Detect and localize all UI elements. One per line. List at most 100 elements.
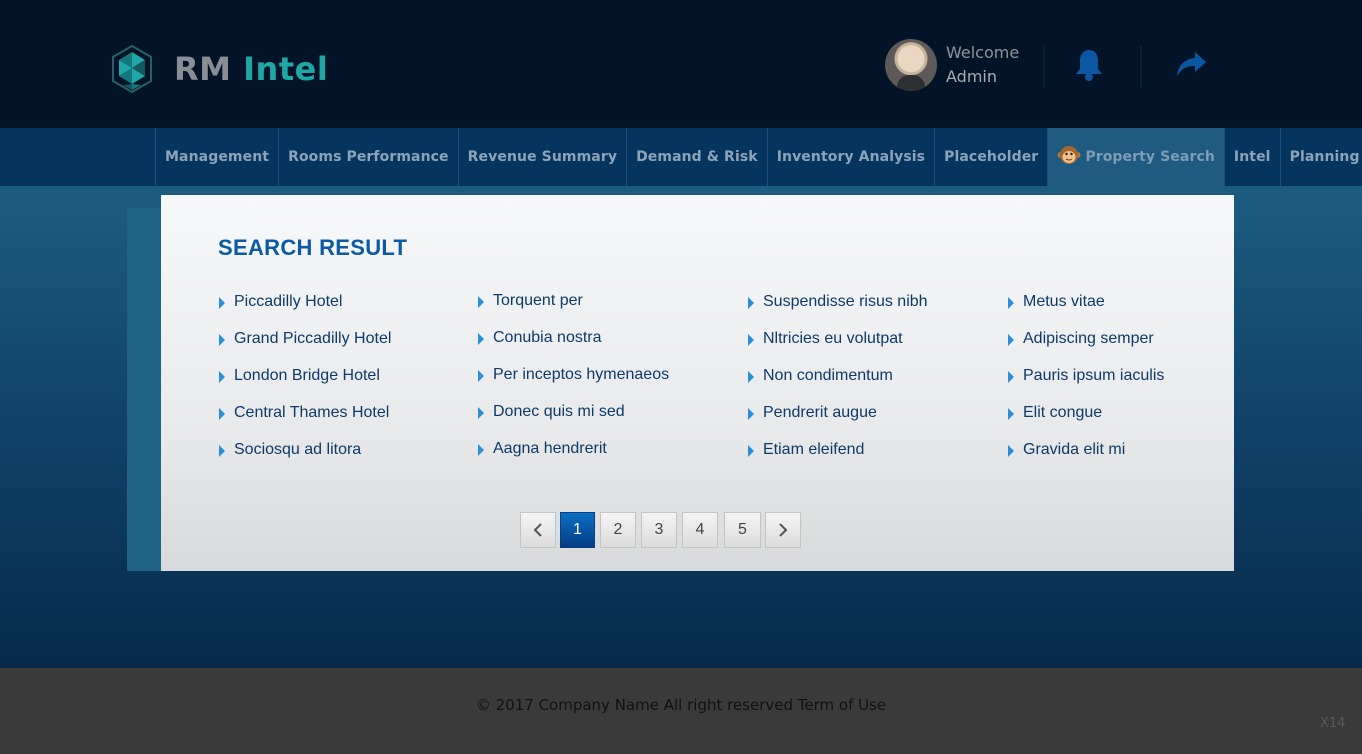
caret-right-icon xyxy=(748,408,754,420)
result-label: Donec quis mi sed xyxy=(493,403,625,420)
caret-right-icon xyxy=(1008,334,1014,346)
caret-right-icon xyxy=(748,334,754,346)
nav-item-revenue-summary[interactable]: Revenue Summary xyxy=(457,128,626,186)
caret-right-icon xyxy=(748,297,754,309)
caret-right-icon xyxy=(1008,371,1014,383)
result-label: Aagna hendrerit xyxy=(493,440,607,457)
nav-item-demand-risk[interactable]: Demand & Risk xyxy=(626,128,767,186)
nav-item-inventory-analysis[interactable]: Inventory Analysis xyxy=(766,128,934,186)
result-column: Suspendisse risus nibh Nltricies eu volu… xyxy=(748,293,998,478)
caret-right-icon xyxy=(1008,445,1014,457)
result-link[interactable]: Metus vitae xyxy=(1008,293,1258,330)
caret-right-icon xyxy=(219,334,225,346)
result-link[interactable]: Pendrerit augue xyxy=(748,404,998,441)
result-label: London Bridge Hotel xyxy=(234,367,380,384)
result-link[interactable]: Per inceptos hymenaeos xyxy=(478,366,728,403)
nav-label: Placeholder xyxy=(944,149,1039,165)
chevron-left-icon xyxy=(533,523,542,537)
page-button-2[interactable]: 2 xyxy=(600,512,636,548)
result-link[interactable]: Etiam eleifend xyxy=(748,441,998,478)
result-link[interactable]: London Bridge Hotel xyxy=(219,367,469,404)
result-label: Nltricies eu volutpat xyxy=(763,330,903,347)
result-link[interactable]: Grand Piccadilly Hotel xyxy=(219,330,469,367)
result-label: Gravida elit mi xyxy=(1023,441,1126,458)
page-number: 3 xyxy=(654,521,664,538)
result-link[interactable]: Adipiscing semper xyxy=(1008,330,1258,367)
result-label: Sociosqu ad litora xyxy=(234,441,362,458)
result-label: Pauris ipsum iaculis xyxy=(1023,367,1165,384)
logo-hexagon-icon xyxy=(112,44,152,94)
result-label: Torquent per xyxy=(493,292,583,309)
bell-icon xyxy=(1076,50,1102,81)
app-logo[interactable]: RM Intel xyxy=(110,44,328,94)
page-button-3[interactable]: 3 xyxy=(641,512,677,548)
caret-right-icon xyxy=(478,333,484,345)
nav-item-planning[interactable]: Planning xyxy=(1279,128,1362,186)
logo-rm: RM xyxy=(174,50,232,88)
result-column: Metus vitae Adipiscing semper Pauris ips… xyxy=(1008,293,1258,478)
result-link[interactable]: Conubia nostra xyxy=(478,329,728,366)
nav-item-management[interactable]: Management xyxy=(155,128,278,186)
page-button-1[interactable]: 1 xyxy=(560,512,595,548)
footer-code: X14 xyxy=(1320,716,1346,731)
chevron-right-icon xyxy=(779,523,788,537)
share-arrow-icon xyxy=(1177,52,1206,76)
result-link[interactable]: Nltricies eu volutpat xyxy=(748,330,998,367)
page-button-5[interactable]: 5 xyxy=(724,512,761,548)
result-link[interactable]: Aagna hendrerit xyxy=(478,440,728,477)
welcome-label: Welcome xyxy=(946,43,1020,62)
caret-right-icon xyxy=(1008,408,1014,420)
result-link[interactable]: Torquent per xyxy=(478,292,728,329)
footer-copyright: © 2017 Company Name All right reserved T… xyxy=(475,696,887,714)
nav-item-intel[interactable]: Intel xyxy=(1223,128,1280,186)
pagination-prev-button[interactable] xyxy=(520,512,556,548)
result-link[interactable]: Elit congue xyxy=(1008,404,1258,441)
header-divider xyxy=(1043,46,1045,88)
result-label: Suspendisse risus nibh xyxy=(763,293,928,310)
user-menu[interactable]: Welcome Admin xyxy=(885,38,1019,92)
result-link[interactable]: Suspendisse risus nibh xyxy=(748,293,998,330)
nav-items: Management Rooms Performance Revenue Sum… xyxy=(155,128,1362,186)
result-label: Metus vitae xyxy=(1023,293,1105,310)
nav-label: Demand & Risk xyxy=(636,149,758,165)
nav-label: Rooms Performance xyxy=(288,149,449,165)
nav-label: Planning xyxy=(1289,149,1360,165)
monkey-icon xyxy=(1057,144,1081,170)
page-number: 2 xyxy=(613,521,623,538)
result-link[interactable]: Gravida elit mi xyxy=(1008,441,1258,478)
nav-item-placeholder[interactable]: Placeholder xyxy=(934,128,1047,186)
welcome-block: Welcome Admin xyxy=(946,41,1019,89)
caret-right-icon xyxy=(219,371,225,383)
caret-right-icon xyxy=(219,408,225,420)
caret-right-icon xyxy=(478,407,484,419)
result-link[interactable]: Piccadilly Hotel xyxy=(219,293,469,330)
nav-label: Property Search xyxy=(1085,149,1215,165)
pagination-next-button[interactable] xyxy=(765,512,801,548)
nav-item-property-search[interactable]: Property Search xyxy=(1047,128,1224,186)
panel-title: SEARCH RESULT xyxy=(218,235,408,260)
result-link[interactable]: Central Thames Hotel xyxy=(219,404,469,441)
logout-button[interactable] xyxy=(1175,50,1207,83)
result-label: Etiam eleifend xyxy=(763,441,865,458)
caret-right-icon xyxy=(478,296,484,308)
logo-intel: Intel xyxy=(243,50,329,88)
result-link[interactable]: Donec quis mi sed xyxy=(478,403,728,440)
header-divider xyxy=(1140,46,1142,88)
footer: © 2017 Company Name All right reserved T… xyxy=(0,668,1362,754)
page-button-4[interactable]: 4 xyxy=(682,512,718,548)
result-label: Per inceptos hymenaeos xyxy=(493,366,670,383)
result-link[interactable]: Sociosqu ad litora xyxy=(219,441,469,478)
main-nav: Management Rooms Performance Revenue Sum… xyxy=(0,128,1362,186)
avatar[interactable] xyxy=(885,39,937,91)
caret-right-icon xyxy=(1008,297,1014,309)
result-link[interactable]: Pauris ipsum iaculis xyxy=(1008,367,1258,404)
result-label: Conubia nostra xyxy=(493,329,602,346)
result-link[interactable]: Non condimentum xyxy=(748,367,998,404)
result-label: Pendrerit augue xyxy=(763,404,877,421)
notifications-button[interactable] xyxy=(1073,48,1105,87)
caret-right-icon xyxy=(748,445,754,457)
nav-item-rooms-performance[interactable]: Rooms Performance xyxy=(278,128,458,186)
nav-label: Revenue Summary xyxy=(467,149,618,165)
user-name: Admin xyxy=(946,67,997,86)
result-label: Grand Piccadilly Hotel xyxy=(234,330,392,347)
